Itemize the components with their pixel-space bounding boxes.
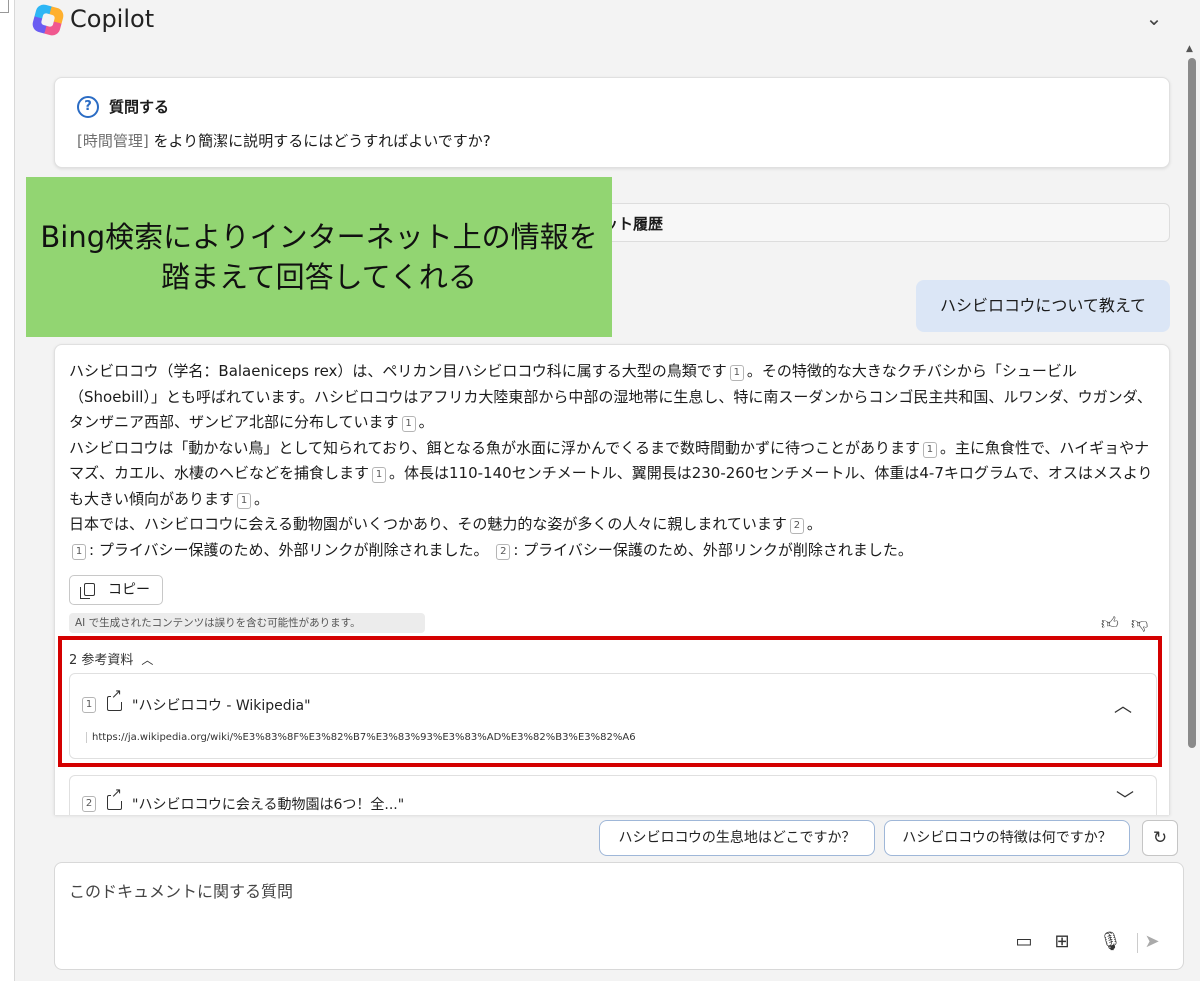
scroll-up-arrow-icon[interactable]: ▲ [1186, 44, 1193, 54]
suggestion-chip-2[interactable]: ハシビロコウの特徴は何ですか？ [884, 820, 1130, 856]
ask-question-card[interactable]: ? 質問する [時間管理] をより簡潔に説明するにはどうすればよいですか? [54, 77, 1170, 168]
reference-title: "ハシビロコウに会える動物園は6つ！全..." [132, 797, 405, 813]
chat-input-box[interactable]: ▭ ⊞ 🎙︎ ➤ [54, 862, 1184, 970]
document-icon[interactable]: ▭ [1013, 931, 1035, 953]
reference-item-2[interactable]: 2 "ハシビロコウに会える動物園は6つ！全..." ﹀ [69, 775, 1157, 815]
copy-label: コピー [108, 582, 150, 598]
answer-footnotes: 1: プライバシー保護のため、外部リンクが削除されました。 2: プライバシー保… [69, 538, 1159, 564]
copy-button[interactable]: コピー [69, 575, 163, 605]
plugins-icon[interactable]: ⊞ [1051, 931, 1073, 953]
answer-text: ハシビロコウ（学名：Balaeniceps rex）は、ペリカン目ハシビロコウ科… [69, 359, 1159, 563]
chat-input[interactable] [67, 881, 971, 902]
ask-card-tag: [時間管理] [77, 132, 149, 150]
ai-disclaimer: AI で生成されたコンテンツは誤りを含む可能性があります。 [69, 613, 425, 633]
chevron-down-icon: ⌄ [1145, 6, 1163, 30]
chat-history-label: ット履歴 [603, 215, 664, 233]
toolbar-divider [1137, 933, 1138, 953]
microphone-icon[interactable]: 🎙︎ [1099, 931, 1122, 953]
ask-card-prompt: をより簡潔に説明するにはどうすればよいですか? [148, 132, 491, 150]
copilot-logo-icon [30, 2, 66, 38]
scrollbar-thumb[interactable] [1188, 58, 1196, 748]
footnote-badge: 2 [496, 543, 511, 560]
callout-line-2: 踏まえて回答してくれる [161, 260, 477, 294]
collapse-pane-button[interactable]: ⌄ [1140, 4, 1168, 32]
citation-badge[interactable]: 1 [729, 365, 744, 381]
window-corner [0, 0, 9, 13]
refresh-icon: ↻ [1152, 828, 1168, 848]
user-message-bubble: ハシビロコウについて教えて [916, 280, 1170, 332]
ask-card-title: 質問する [109, 98, 170, 116]
question-icon: ? [77, 96, 99, 118]
thumbs-up-icon[interactable]: 👍︎ [1101, 613, 1119, 634]
send-icon[interactable]: ➤ [1141, 931, 1163, 953]
citation-badge[interactable]: 1 [372, 467, 387, 483]
answer-paragraph-2: ハシビロコウは「動かない鳥」として知られており、餌となる魚が水面に浮かんでくるま… [69, 438, 1153, 509]
citation-badge[interactable]: 1 [922, 441, 937, 458]
app-title: Copilot [70, 5, 155, 33]
citation-badge[interactable]: 1 [401, 416, 416, 432]
reference-number: 2 [82, 796, 96, 812]
external-link-icon [107, 787, 122, 810]
highlight-box [58, 636, 1162, 767]
answer-paragraph-1: ハシビロコウ（学名：Balaeniceps rex）は、ペリカン目ハシビロコウ科… [69, 362, 1152, 432]
citation-badge[interactable]: 2 [789, 518, 804, 534]
answer-paragraph-3: 日本では、ハシビロコウに会える動物園がいくつかあり、その魅力的な姿が多くの人々に… [69, 515, 822, 534]
callout-annotation: Bing検索によりインターネット上の情報を 踏まえて回答してくれる [26, 177, 612, 337]
left-document-edge [0, 0, 15, 981]
copy-icon [80, 583, 95, 599]
chevron-down-icon[interactable]: ﹀ [1116, 786, 1134, 812]
suggestion-chip-1[interactable]: ハシビロコウの生息地はどこですか？ [599, 820, 875, 856]
ask-card-text: [時間管理] をより簡潔に説明するにはどうすればよいですか? [77, 130, 491, 151]
footnote-badge: 1 [72, 543, 86, 560]
citation-badge[interactable]: 1 [237, 492, 252, 509]
thumbs-down-icon[interactable]: 👎︎ [1131, 613, 1148, 634]
callout-line-1: Bing検索によりインターネット上の情報を [40, 220, 598, 254]
refresh-suggestions-button[interactable]: ↻ [1142, 820, 1178, 856]
